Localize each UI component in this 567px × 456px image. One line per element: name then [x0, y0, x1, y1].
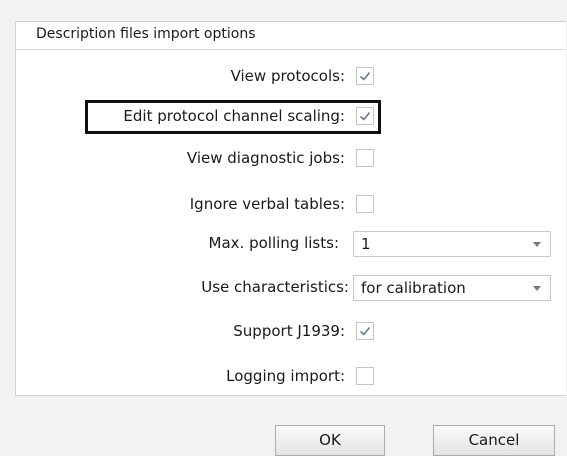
view-protocols-checkbox[interactable]	[356, 67, 374, 85]
option-row-use-characteristics: Use characteristics: for calibration	[16, 275, 566, 301]
logging-import-checkbox[interactable]	[356, 367, 374, 385]
option-row-ignore-verbal-tables: Ignore verbal tables:	[16, 193, 566, 217]
option-row-max-polling-lists: Max. polling lists: 1	[16, 231, 566, 257]
ok-button[interactable]: OK	[275, 425, 385, 456]
use-characteristics-value: for calibration	[361, 279, 466, 297]
option-row-support-j1939: Support J1939:	[16, 320, 566, 344]
option-row-view-diagnostic-jobs: View diagnostic jobs:	[16, 147, 566, 171]
chevron-down-icon[interactable]	[533, 242, 541, 247]
ignore-verbal-tables-checkbox[interactable]	[356, 195, 374, 213]
support-j1939-checkbox[interactable]	[356, 322, 374, 340]
import-options-group: Description files import options View pr…	[15, 21, 566, 396]
view-protocols-label: View protocols:	[230, 67, 345, 85]
option-row-logging-import: Logging import:	[16, 365, 566, 389]
group-title: Description files import options	[36, 26, 256, 42]
checkmark-icon	[359, 326, 371, 336]
view-diagnostic-jobs-label: View diagnostic jobs:	[186, 149, 345, 167]
checkmark-icon	[359, 71, 371, 81]
max-polling-lists-label: Max. polling lists:	[208, 234, 339, 252]
use-characteristics-label: Use characteristics:	[201, 278, 349, 296]
group-header: Description files import options	[16, 22, 566, 50]
ignore-verbal-tables-label: Ignore verbal tables:	[189, 195, 345, 213]
cancel-button[interactable]: Cancel	[433, 425, 555, 456]
max-polling-lists-select[interactable]: 1	[353, 231, 551, 257]
view-diagnostic-jobs-checkbox[interactable]	[356, 149, 374, 167]
highlight-box	[85, 100, 381, 134]
support-j1939-label: Support J1939:	[233, 322, 345, 340]
chevron-down-icon[interactable]	[533, 286, 541, 291]
use-characteristics-select[interactable]: for calibration	[353, 275, 551, 301]
logging-import-label: Logging import:	[226, 367, 345, 385]
max-polling-lists-value: 1	[361, 235, 371, 253]
option-row-view-protocols: View protocols:	[16, 65, 566, 89]
